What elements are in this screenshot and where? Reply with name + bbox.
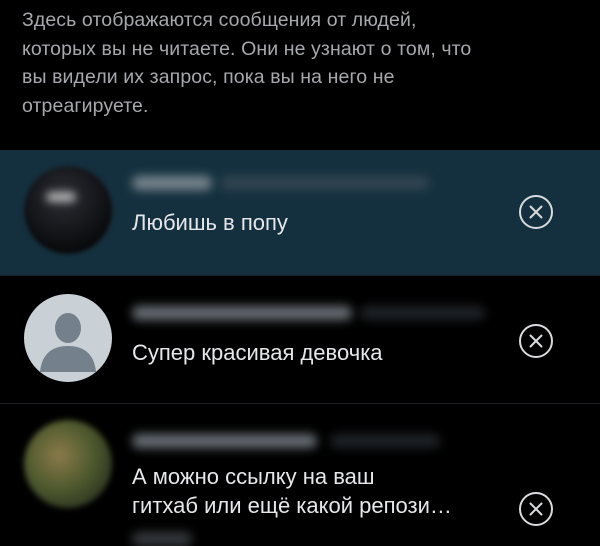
blurred-avatar [24, 166, 112, 254]
blurred-timestamp [132, 532, 192, 546]
message-line: А можно ссылку на ваш [132, 464, 375, 489]
info-line: отреагируете. [22, 94, 149, 117]
close-icon [529, 334, 543, 348]
dismiss-button[interactable] [519, 195, 553, 229]
dismiss-button[interactable] [519, 324, 553, 358]
message-preview: Любишь в попу [132, 210, 288, 235]
blurred-sender-name [132, 176, 212, 190]
blurred-sender-username [220, 176, 430, 190]
message-request-row[interactable]: А можно ссылку на ваш гитхаб или ещё как… [0, 404, 600, 546]
message-requests-info: Здесь отображаются сообщения от людей, к… [22, 6, 582, 120]
info-line: которых вы не читаете. Они не узнают о т… [22, 37, 472, 60]
message-preview: А можно ссылку на ваш гитхаб или ещё как… [132, 462, 507, 520]
close-icon [529, 205, 543, 219]
close-icon [529, 502, 543, 516]
default-avatar-icon [24, 294, 112, 382]
message-preview: Супер красивая девочка [132, 340, 383, 365]
info-line: Здесь отображаются сообщения от людей, [22, 9, 417, 31]
dismiss-button[interactable] [519, 492, 553, 526]
blurred-sender-username [330, 434, 440, 448]
message-request-row[interactable]: Супер красивая девочка [0, 276, 600, 402]
person-silhouette-icon [40, 313, 96, 372]
message-request-row[interactable]: Любишь в попу [0, 150, 600, 275]
message-line: гитхаб или ещё какой репози… [132, 493, 452, 518]
blurred-sender-name [132, 434, 317, 448]
blurred-sender-username [360, 306, 485, 320]
info-line: вы видели их запрос, пока вы на него не [22, 66, 395, 88]
blurred-avatar [24, 420, 112, 508]
blurred-sender-name [132, 306, 352, 320]
